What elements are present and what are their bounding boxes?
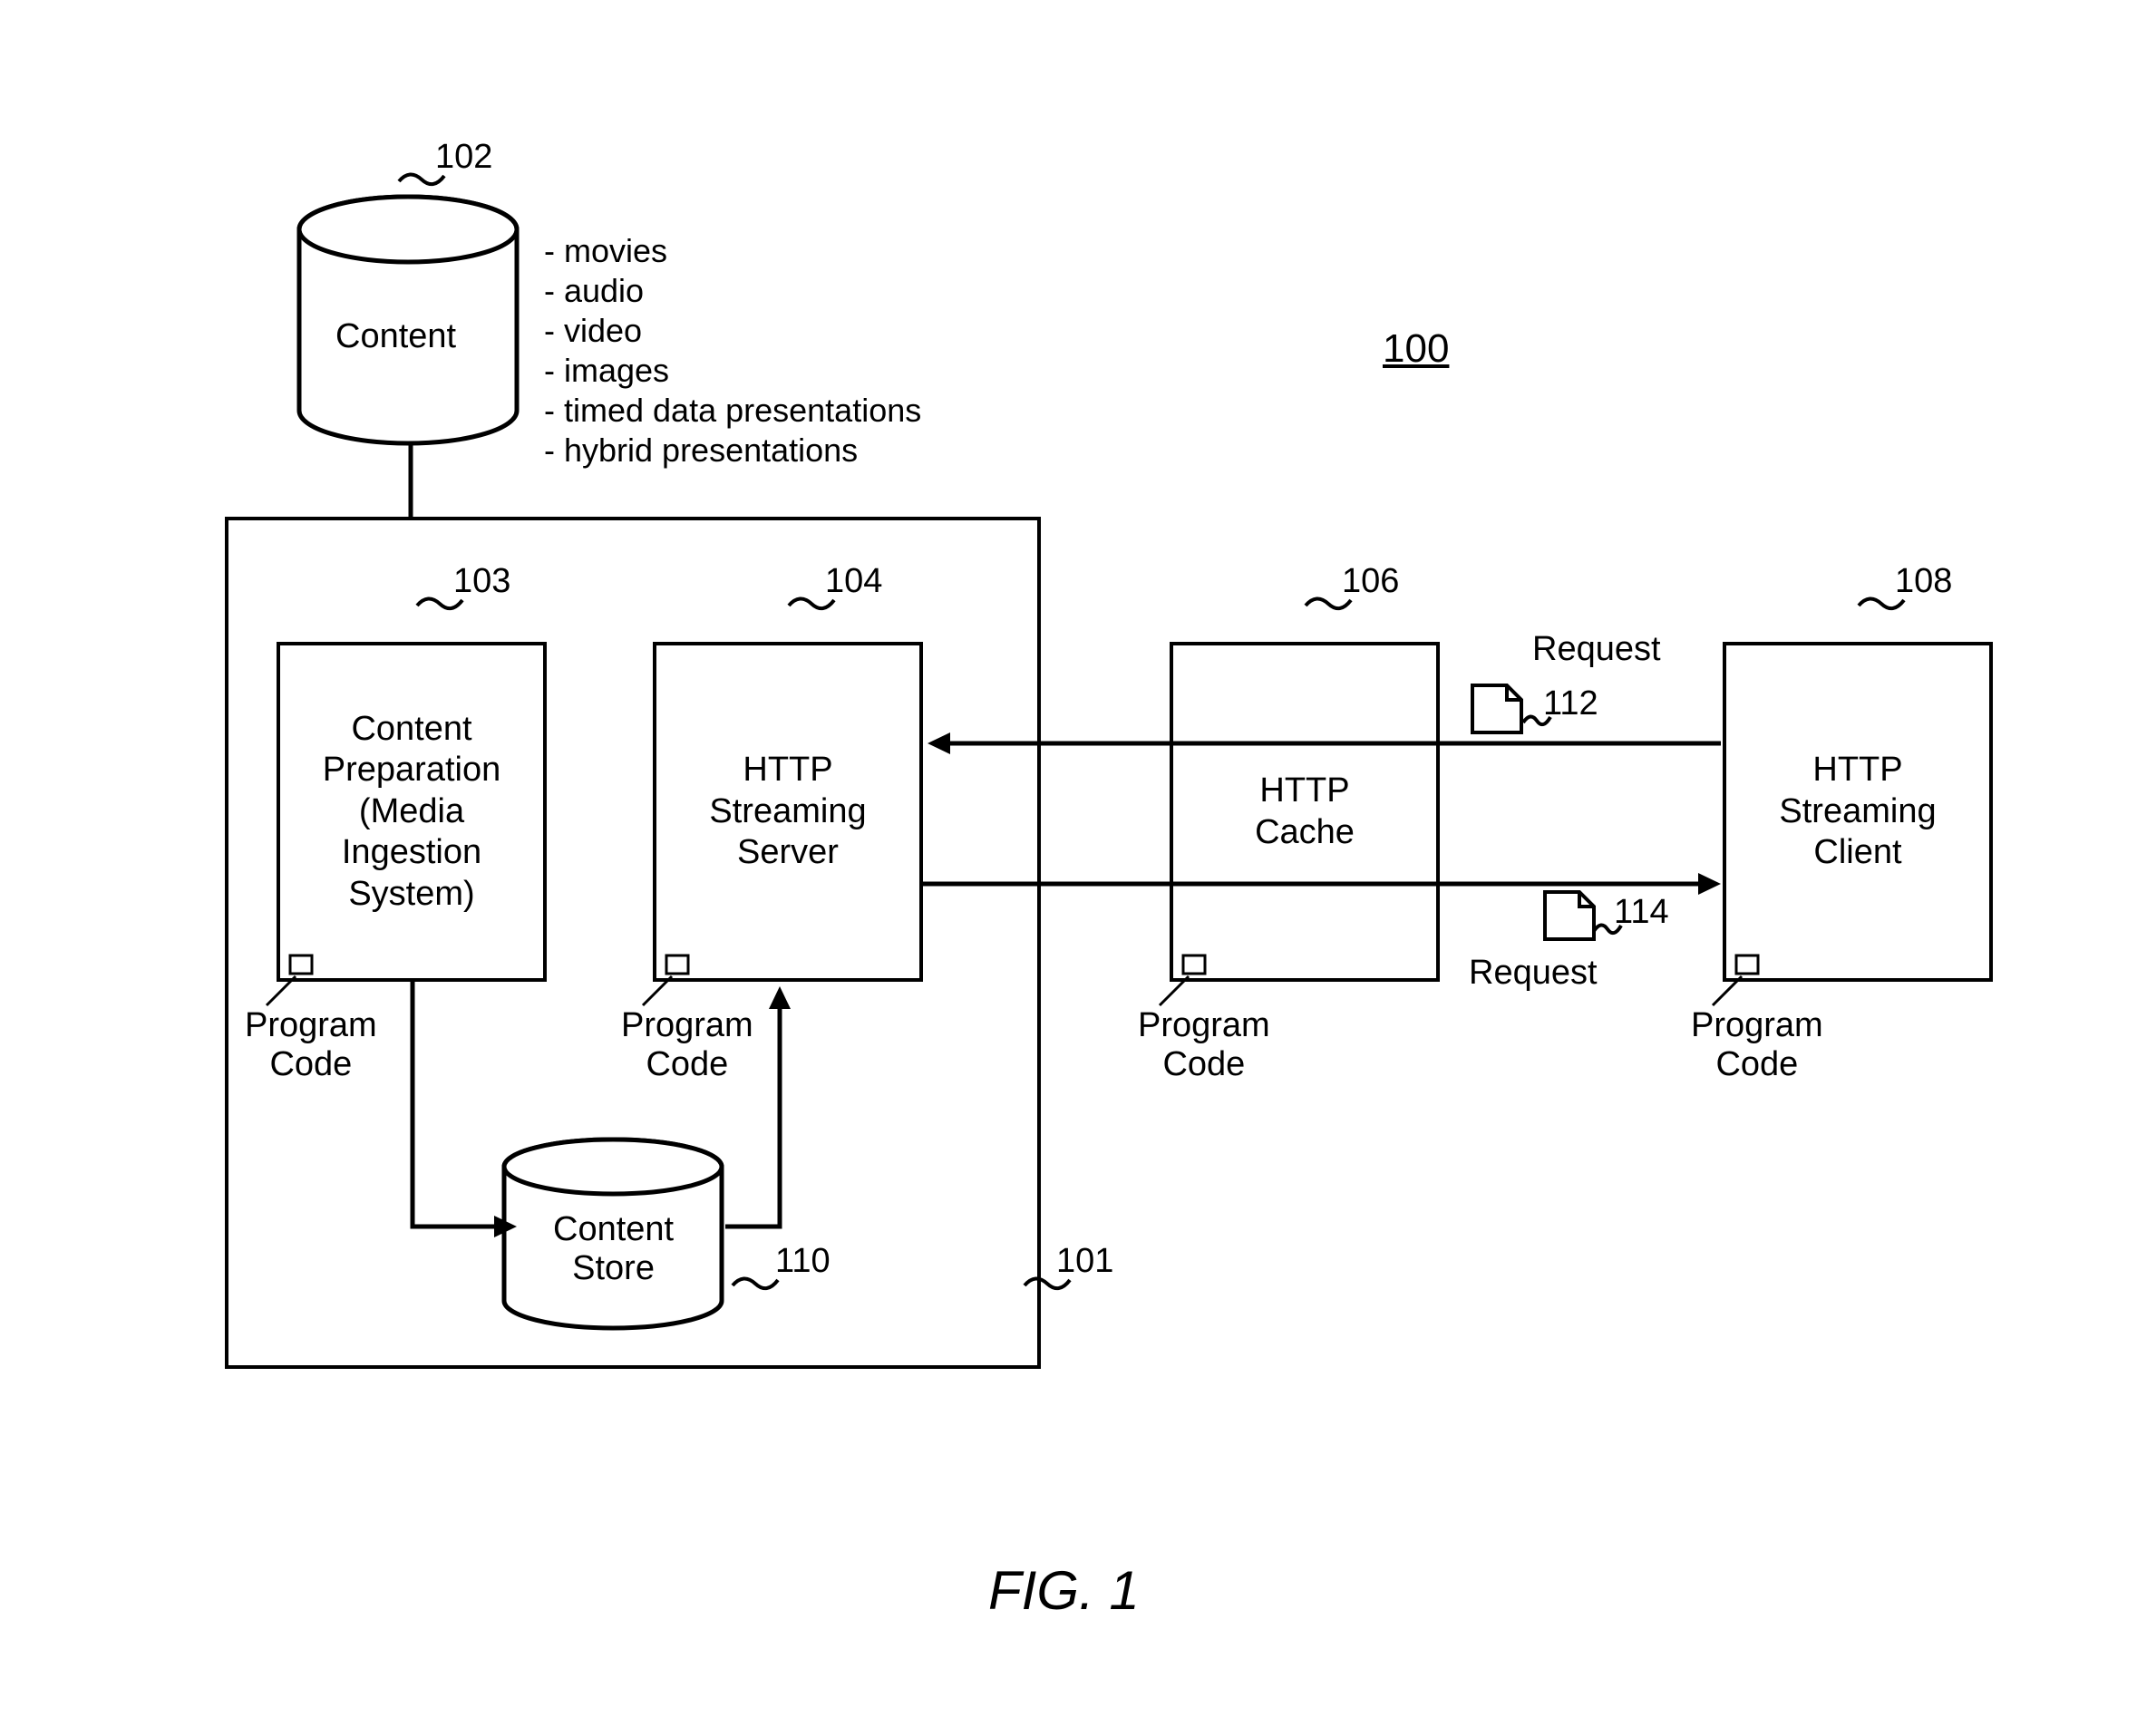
ref-squiggle-icon (399, 169, 444, 189)
arrow-response-icon (923, 870, 1730, 897)
ref-squiggle-icon (1306, 593, 1351, 613)
arrow-prep-to-store-icon (399, 982, 526, 1254)
http-client-label: HTTP Streaming Client (1779, 750, 1936, 874)
ref-squiggle-icon (789, 593, 834, 613)
content-prep-program-code-label: Program Code (245, 1006, 377, 1084)
program-code-icon (1181, 954, 1207, 975)
arrow-store-to-server-icon (725, 982, 807, 1254)
ref-squiggle-icon (1859, 593, 1904, 613)
ref-squiggle-icon (417, 593, 462, 613)
request-bottom-label: Request (1469, 954, 1598, 993)
ref-squiggle-icon (733, 1273, 778, 1293)
response-page-icon (1541, 888, 1598, 943)
lead-line-icon (1156, 975, 1192, 1011)
lead-line-icon (639, 975, 675, 1011)
request-bottom-ref-label: 114 (1614, 893, 1669, 932)
content-types-list: - movies - audio - video - images - time… (544, 231, 921, 470)
content-prep-label: Content Preparation (Media Ingestion Sys… (323, 709, 500, 916)
arrow-request-icon (923, 730, 1730, 757)
ref-squiggle-icon (1594, 920, 1621, 936)
program-code-icon (288, 954, 314, 975)
content-prep-box: Content Preparation (Media Ingestion Sys… (277, 642, 547, 982)
http-server-box: HTTP Streaming Server (653, 642, 923, 982)
request-page-icon (1469, 682, 1525, 736)
content-store-label: Content Store (553, 1210, 674, 1288)
lead-line-icon (263, 975, 299, 1011)
http-cache-program-code-label: Program Code (1138, 1006, 1270, 1084)
content-cylinder-label: Content (335, 317, 456, 356)
http-client-program-code-label: Program Code (1691, 1006, 1823, 1084)
program-code-icon (1734, 954, 1760, 975)
request-top-ref-label: 112 (1543, 684, 1598, 723)
request-top-label: Request (1532, 630, 1661, 669)
figure-title: FIG. 1 (988, 1559, 1140, 1622)
http-server-label: HTTP Streaming Server (709, 750, 866, 874)
http-client-box: HTTP Streaming Client (1723, 642, 1993, 982)
ref-squiggle-icon (1025, 1273, 1070, 1293)
lead-line-icon (1709, 975, 1745, 1011)
system-ref-label: 100 (1383, 326, 1449, 372)
program-code-icon (665, 954, 690, 975)
ref-squiggle-icon (1523, 712, 1550, 728)
http-cache-label: HTTP Cache (1255, 771, 1355, 853)
http-cache-box: HTTP Cache (1170, 642, 1440, 982)
